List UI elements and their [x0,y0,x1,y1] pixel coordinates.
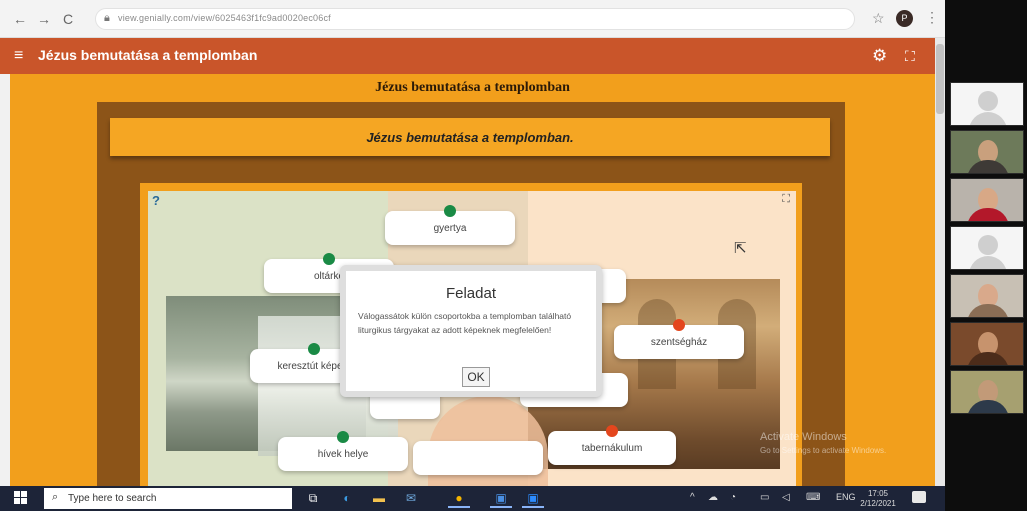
draggable-label-hidden[interactable] [413,441,543,475]
slide-banner: Jézus bemutatása a templomban [10,74,935,102]
label-text: hívek helye [317,449,369,460]
task-view-icon[interactable]: ⧉ [302,489,324,508]
participant-tile[interactable] [950,370,1024,414]
draggable-label-szentseghaz[interactable]: szentségház [614,319,744,359]
green-dot-icon [337,431,349,443]
participant-body [967,160,1009,173]
slide-title-bar: Jézus bemutatása a templomban. [110,118,830,156]
tray-expand-icon[interactable]: ^ [690,492,695,504]
bookmark-star-icon[interactable]: ☆ [872,10,885,27]
address-bar[interactable]: 🔒︎ view.genially.com/view/6025463f1fc9ad… [95,8,855,30]
task-dialog: Feladat Válogassátok külön csoportokba a… [340,265,602,397]
green-dot-icon [308,343,320,355]
red-dot-icon [673,319,685,331]
screen: ← → C 🔒︎ view.genially.com/view/6025463f… [0,0,1027,511]
volume-icon[interactable]: ◁ [782,492,790,504]
participant-tile[interactable] [950,82,1024,126]
edge-browser-icon[interactable]: ◐ [336,489,358,508]
label-text: gyertya [433,223,467,234]
fullscreen-icon[interactable]: ⛶ [905,46,915,66]
search-placeholder: Type here to search [68,493,157,504]
dialog-body: Válogassátok külön csoportokba a templom… [358,311,572,335]
zoom-app-icon[interactable]: ▣ [522,489,544,508]
reload-button[interactable]: C [60,11,76,27]
dialog-title: Feladat [445,285,497,302]
draggable-label-hivek-helye[interactable]: hívek helye [278,431,408,471]
clock-time: 17:05 [867,489,889,498]
participant-tile[interactable] [950,226,1024,270]
watermark-line: Go to Settings to activate Windows. [760,446,887,455]
settings-gear-icon[interactable]: ⚙ [872,46,887,66]
avatar-placeholder-icon [978,235,998,255]
avatar-placeholder-body [969,256,1007,269]
participant-body [967,304,1009,317]
content-margin-right [845,102,935,486]
label-text: szentségház [650,337,708,348]
onedrive-icon[interactable]: ☁ [708,492,718,504]
participant-tile[interactable] [950,274,1024,318]
watermark-line: Activate Windows [760,431,847,443]
forward-button[interactable]: → [36,11,52,27]
participant-body [967,208,1009,221]
lock-icon: 🔒︎ [104,12,110,24]
participant-tile[interactable] [950,178,1024,222]
network-icon[interactable]: ◔ [730,492,736,504]
content-margin-left [10,102,97,486]
clock-date: 2/12/2021 [860,499,896,508]
participant-body [967,400,1009,413]
mouse-cursor-icon: ⇱ [734,240,747,257]
browser-menu-icon[interactable]: ⋮ [925,9,939,26]
draggable-label-tabernakulum[interactable]: tabernákulum [548,425,676,465]
participant-tile[interactable] [950,322,1024,366]
keyboard-icon[interactable]: ⌨ [806,492,820,504]
green-dot-icon [444,205,456,217]
word-app-icon[interactable]: ▣ [490,489,512,508]
avatar-placeholder-body [969,112,1007,125]
windows-taskbar: ⌕ Type here to search ⧉ ◐ ▬ ✉ ● ▣ ▣ ^ ☁ … [0,486,945,511]
notification-center-icon[interactable] [912,491,926,503]
app-title: Jézus bemutatása a templomban [38,47,258,63]
avatar-placeholder-icon [978,91,998,111]
video-participants-panel [945,0,1027,511]
search-icon: ⌕ [52,491,59,503]
scrollbar-thumb[interactable] [936,44,944,114]
file-explorer-icon[interactable]: ▬ [368,489,390,508]
profile-avatar[interactable]: P [896,10,913,27]
banner-title: Jézus bemutatása a templomban [375,80,570,95]
hamburger-menu-icon[interactable]: ≡ [14,47,23,65]
taskbar-search-box[interactable]: ⌕ Type here to search [44,488,292,509]
red-dot-icon [606,425,618,437]
page-scrollbar[interactable] [935,38,945,486]
browser-toolbar: ← → C 🔒︎ view.genially.com/view/6025463f… [0,0,945,38]
app-header: ≡ Jézus bemutatása a templomban ⚙ ⛶ [0,38,935,74]
chrome-browser-icon[interactable]: ● [448,489,470,508]
taskbar-clock[interactable]: 17:05 2/12/2021 [857,489,899,509]
windows-start-icon[interactable] [14,491,28,505]
battery-icon[interactable]: ▭ [760,492,769,504]
label-text: tabernákulum [581,443,643,454]
input-language[interactable]: ENG [836,492,856,502]
activate-windows-watermark: Activate Windows Go to Settings to activ… [760,430,886,458]
ok-button[interactable]: OK [462,367,490,387]
mail-icon[interactable]: ✉ [400,489,422,508]
draggable-label-gyertya[interactable]: gyertya [385,205,515,245]
slide-title: Jézus bemutatása a templomban. [366,130,574,145]
help-icon[interactable]: ? [152,193,160,208]
game-expand-icon[interactable]: ⛶ [782,193,790,206]
back-button[interactable]: ← [12,11,28,27]
participant-tile[interactable] [950,130,1024,174]
url-text: view.genially.com/view/6025463f1fc9ad002… [118,13,331,23]
green-dot-icon [323,253,335,265]
participant-body [967,352,1009,365]
